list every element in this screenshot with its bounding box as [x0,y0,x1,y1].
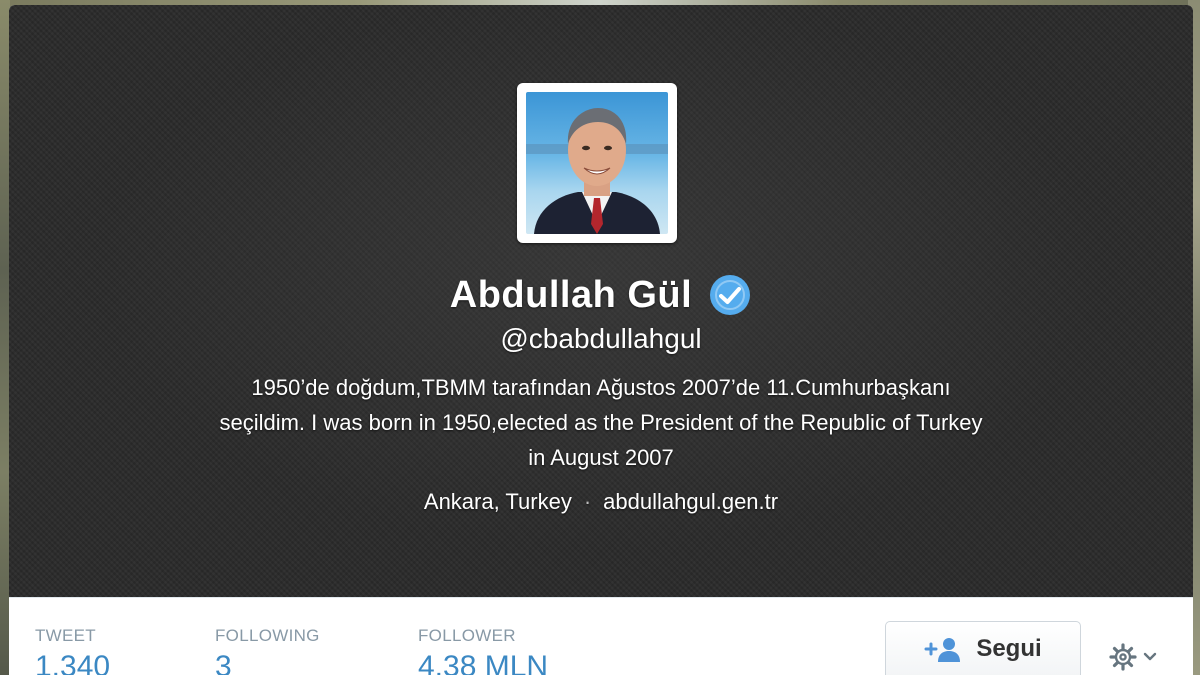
profile-header: Abdullah Gül @cbabdullahgul 1950’de doğd… [9,5,1193,597]
stat-label: FOLLOWER [418,626,516,645]
profile-meta: Ankara, Turkey · abdullahgul.gen.tr [9,489,1193,515]
profile-bio: 1950’de doğdum,TBMM tarafından Ağustos 2… [89,370,1113,475]
gear-icon [1109,643,1137,671]
follow-button[interactable]: Segui [885,621,1081,675]
chevron-down-icon [1143,652,1157,661]
bio-line: 1950’de doğdum,TBMM tarafından Ağustos 2… [251,375,951,400]
person-photo-icon [526,108,668,234]
add-user-icon [924,638,961,662]
stat-tweets[interactable]: TWEET 1.340 [35,626,110,675]
settings-dropdown-button[interactable] [1109,643,1165,671]
profile-name: Abdullah Gül [449,273,693,316]
bio-line: in August 2007 [528,445,674,470]
stat-followers[interactable]: FOLLOWER 4,38 MLN [418,626,548,675]
profile-stats-bar: TWEET 1.340 FOLLOWING 3 FOLLOWER 4,38 ML… [9,597,1193,675]
avatar-image [526,92,668,234]
stat-value: 3 [215,650,232,675]
profile-website-link[interactable]: abdullahgul.gen.tr [603,489,778,514]
profile-location: Ankara, Turkey [423,489,572,514]
stat-label: FOLLOWING [215,626,320,645]
stat-following[interactable]: FOLLOWING 3 [215,626,320,675]
follow-button-label: Segui [976,635,1042,662]
verified-badge-icon [710,275,751,315]
avatar[interactable] [517,83,677,243]
profile-card: Abdullah Gül @cbabdullahgul 1950’de doğd… [9,5,1193,675]
profile-handle: @cbabdullahgul [500,323,702,354]
stat-value: 1.340 [35,650,111,675]
stat-label: TWEET [35,626,96,645]
name-row: Abdullah Gül [9,267,1193,323]
stat-value: 4,38 MLN [418,650,549,675]
bio-line: seçildim. I was born in 1950,elected as … [219,410,983,435]
meta-separator: · [583,489,592,514]
